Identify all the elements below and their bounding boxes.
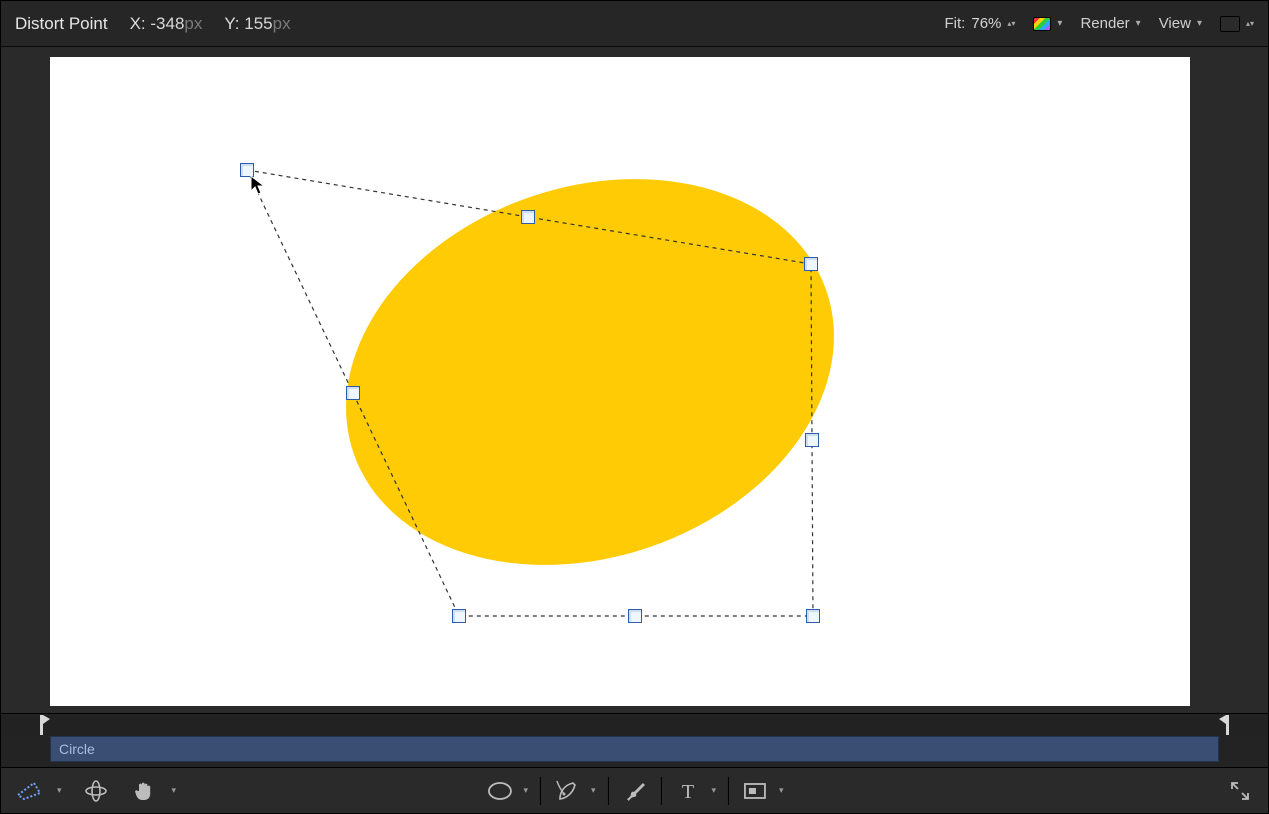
canvas-svg: [50, 57, 1190, 706]
render-dropdown[interactable]: Render ▾: [1080, 15, 1140, 32]
pen-tool-button[interactable]: [553, 777, 581, 805]
distort-handle-bottom-left[interactable]: [452, 609, 466, 623]
color-channel-dropdown[interactable]: ▾: [1033, 17, 1062, 31]
chevron-down-icon[interactable]: ▾: [172, 785, 177, 796]
separator: [608, 777, 609, 805]
distort-handle-top-mid[interactable]: [521, 210, 535, 224]
out-point-marker-icon[interactable]: [1218, 714, 1230, 736]
distort-handle-mid-right[interactable]: [805, 433, 819, 447]
orbit-tool-button[interactable]: [82, 777, 110, 805]
brush-icon: [623, 779, 647, 803]
distort-handle-mid-left[interactable]: [346, 386, 360, 400]
viewport-background-dropdown[interactable]: ▴▾: [1220, 16, 1254, 32]
mini-timeline[interactable]: Circle: [1, 713, 1268, 769]
coord-x-value[interactable]: -348: [150, 14, 184, 33]
coord-y-label: Y:: [224, 14, 239, 33]
clip-name-label: Circle: [59, 741, 95, 757]
distort-handle-top-left[interactable]: [240, 163, 254, 177]
bottom-toolbar: ▾ ▾ ▾ ▾: [1, 767, 1268, 813]
distort-handle-bottom-mid[interactable]: [628, 609, 642, 623]
coord-y-value[interactable]: 155: [244, 14, 272, 33]
separator: [661, 777, 662, 805]
chevron-down-icon: ▾: [1057, 18, 1062, 29]
rectangle-mask-icon: [743, 782, 767, 800]
hand-icon: [133, 780, 155, 802]
viewport-swatch-icon: [1220, 16, 1240, 32]
timeline-ruler[interactable]: [1, 714, 1268, 736]
fit-label: Fit:: [945, 15, 966, 32]
coord-y-unit: px: [273, 14, 291, 33]
orbit-icon: [84, 779, 108, 803]
text-tool-button[interactable]: T: [674, 777, 702, 805]
coord-y[interactable]: Y: 155px: [224, 14, 290, 34]
chevron-down-icon: ▾: [1136, 18, 1141, 29]
chevron-down-icon[interactable]: ▾: [57, 785, 62, 796]
stepper-icon: ▴▾: [1246, 21, 1254, 27]
coord-x[interactable]: X: -348px: [130, 14, 203, 34]
svg-text:T: T: [681, 781, 693, 803]
view-dropdown[interactable]: View ▾: [1159, 15, 1202, 32]
coord-x-unit: px: [184, 14, 202, 33]
separator: [540, 777, 541, 805]
ellipse-shape-button[interactable]: [485, 777, 513, 805]
active-tool-label: Distort Point: [15, 14, 108, 34]
in-point-marker-icon[interactable]: [39, 714, 51, 736]
zoom-fit-dropdown[interactable]: Fit: 76% ▴▾: [945, 15, 1016, 32]
text-icon: T: [677, 780, 699, 802]
chevron-down-icon[interactable]: ▾: [591, 785, 596, 796]
distort-tool-icon: [16, 781, 42, 801]
chevron-down-icon[interactable]: ▾: [779, 785, 784, 796]
ellipse-icon: [486, 781, 512, 801]
chevron-down-icon: ▾: [1197, 18, 1202, 29]
render-label: Render: [1080, 15, 1129, 32]
mask-tool-button[interactable]: [741, 777, 769, 805]
distort-tool-button[interactable]: [15, 777, 43, 805]
chevron-down-icon[interactable]: ▾: [523, 785, 528, 796]
expand-icon: [1229, 780, 1251, 802]
fit-value: 76%: [971, 15, 1001, 32]
coord-x-label: X:: [130, 14, 146, 33]
distort-handle-bottom-right[interactable]: [806, 609, 820, 623]
pen-icon: [555, 779, 579, 803]
expand-canvas-button[interactable]: [1226, 777, 1254, 805]
distort-handle-top-right[interactable]: [804, 257, 818, 271]
chevron-down-icon[interactable]: ▾: [712, 785, 717, 796]
timeline-clip[interactable]: Circle: [50, 736, 1219, 762]
canvas-page[interactable]: [50, 57, 1190, 706]
canvas-viewer[interactable]: [1, 47, 1268, 713]
separator: [728, 777, 729, 805]
top-toolbar: Distort Point X: -348px Y: 155px Fit: 76…: [1, 1, 1268, 47]
view-label: View: [1159, 15, 1191, 32]
brush-tool-button[interactable]: [621, 777, 649, 805]
pan-tool-button[interactable]: [130, 777, 158, 805]
color-channels-icon: [1033, 17, 1051, 31]
stepper-icon: ▴▾: [1007, 21, 1015, 27]
